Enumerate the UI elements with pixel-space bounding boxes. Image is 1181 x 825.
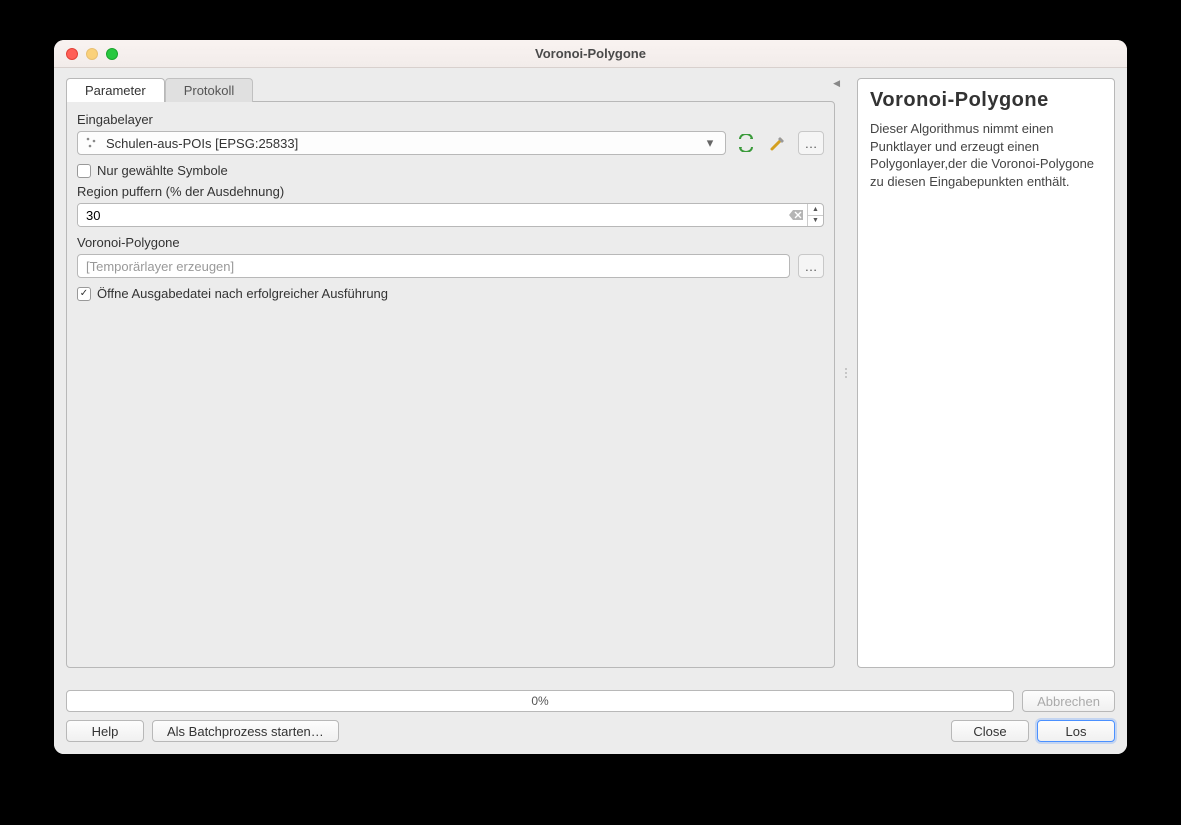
dialog-body: ◀ Parameter Protokoll Eingabelayer Schul… <box>54 68 1127 754</box>
progress-row: 0% Abbrechen <box>66 690 1115 712</box>
region-row: ▲ ▼ <box>77 203 824 227</box>
batch-button[interactable]: Als Batchprozess starten… <box>152 720 339 742</box>
voronoi-output-field[interactable]: [Temporärlayer erzeugen] <box>77 254 790 278</box>
chevron-down-icon: ▾ <box>701 135 719 151</box>
open-after-checkbox[interactable]: ✓ <box>77 287 91 301</box>
nur-gewaehlt-row[interactable]: Nur gewählte Symbole <box>77 163 824 178</box>
progress-bar: 0% <box>66 690 1014 712</box>
help-panel: Voronoi-Polygone Dieser Algorithmus nimm… <box>857 78 1115 668</box>
eingabelayer-row: Schulen-aus-POIs [EPSG:25833] ▾ … <box>77 131 824 155</box>
spin-arrows: ▲ ▼ <box>807 204 823 226</box>
help-button[interactable]: Help <box>66 720 144 742</box>
eingabelayer-value: Schulen-aus-POIs [EPSG:25833] <box>106 136 701 151</box>
nur-gewaehlt-checkbox[interactable] <box>77 164 91 178</box>
region-spinbox[interactable]: ▲ ▼ <box>77 203 824 227</box>
cancel-button[interactable]: Abbrechen <box>1022 690 1115 712</box>
tab-protokoll[interactable]: Protokoll <box>165 78 254 102</box>
button-row: Help Als Batchprozess starten… Close Los <box>66 720 1115 742</box>
eingabelayer-label: Eingabelayer <box>77 112 824 127</box>
clear-value-icon[interactable] <box>785 204 807 226</box>
minimize-window-icon[interactable] <box>86 48 98 60</box>
parameter-wrap: ◀ Parameter Protokoll Eingabelayer Schul… <box>66 78 835 668</box>
point-layer-icon <box>84 135 100 151</box>
parameter-panel: Eingabelayer Schulen-aus-POIs [EPSG:2583… <box>66 101 835 668</box>
nur-gewaehlt-label: Nur gewählte Symbole <box>97 163 228 178</box>
run-button[interactable]: Los <box>1037 720 1115 742</box>
advanced-options-button[interactable] <box>766 131 790 155</box>
progress-text: 0% <box>531 694 548 708</box>
close-button[interactable]: Close <box>951 720 1029 742</box>
region-input[interactable] <box>78 204 785 226</box>
spin-down-icon[interactable]: ▼ <box>808 216 823 227</box>
help-title: Voronoi-Polygone <box>870 89 1102 112</box>
window-title: Voronoi-Polygone <box>54 46 1127 61</box>
iterate-button[interactable] <box>734 131 758 155</box>
close-window-icon[interactable] <box>66 48 78 60</box>
window-controls <box>66 48 118 60</box>
voronoi-output-label: Voronoi-Polygone <box>77 235 824 250</box>
dialog-window: Voronoi-Polygone ◀ Parameter Protokoll E… <box>54 40 1127 754</box>
voronoi-output-browse-button[interactable]: … <box>798 254 824 278</box>
open-after-label: Öffne Ausgabedatei nach erfolgreicher Au… <box>97 286 388 301</box>
tab-bar: Parameter Protokoll <box>66 78 835 102</box>
region-label: Region puffern (% der Ausdehnung) <box>77 184 824 199</box>
eingabelayer-combo[interactable]: Schulen-aus-POIs [EPSG:25833] ▾ <box>77 131 726 155</box>
splitter-handle[interactable] <box>843 78 849 668</box>
voronoi-output-placeholder: [Temporärlayer erzeugen] <box>86 259 234 274</box>
zoom-window-icon[interactable] <box>106 48 118 60</box>
help-body: Dieser Algorithmus nimmt einen Punktlaye… <box>870 120 1102 190</box>
eingabelayer-browse-button[interactable]: … <box>798 131 824 155</box>
main-row: ◀ Parameter Protokoll Eingabelayer Schul… <box>66 78 1115 668</box>
spin-up-icon[interactable]: ▲ <box>808 204 823 216</box>
titlebar: Voronoi-Polygone <box>54 40 1127 68</box>
open-after-row[interactable]: ✓ Öffne Ausgabedatei nach erfolgreicher … <box>77 286 824 301</box>
tab-parameter[interactable]: Parameter <box>66 78 165 102</box>
voronoi-output-row: [Temporärlayer erzeugen] … <box>77 254 824 278</box>
